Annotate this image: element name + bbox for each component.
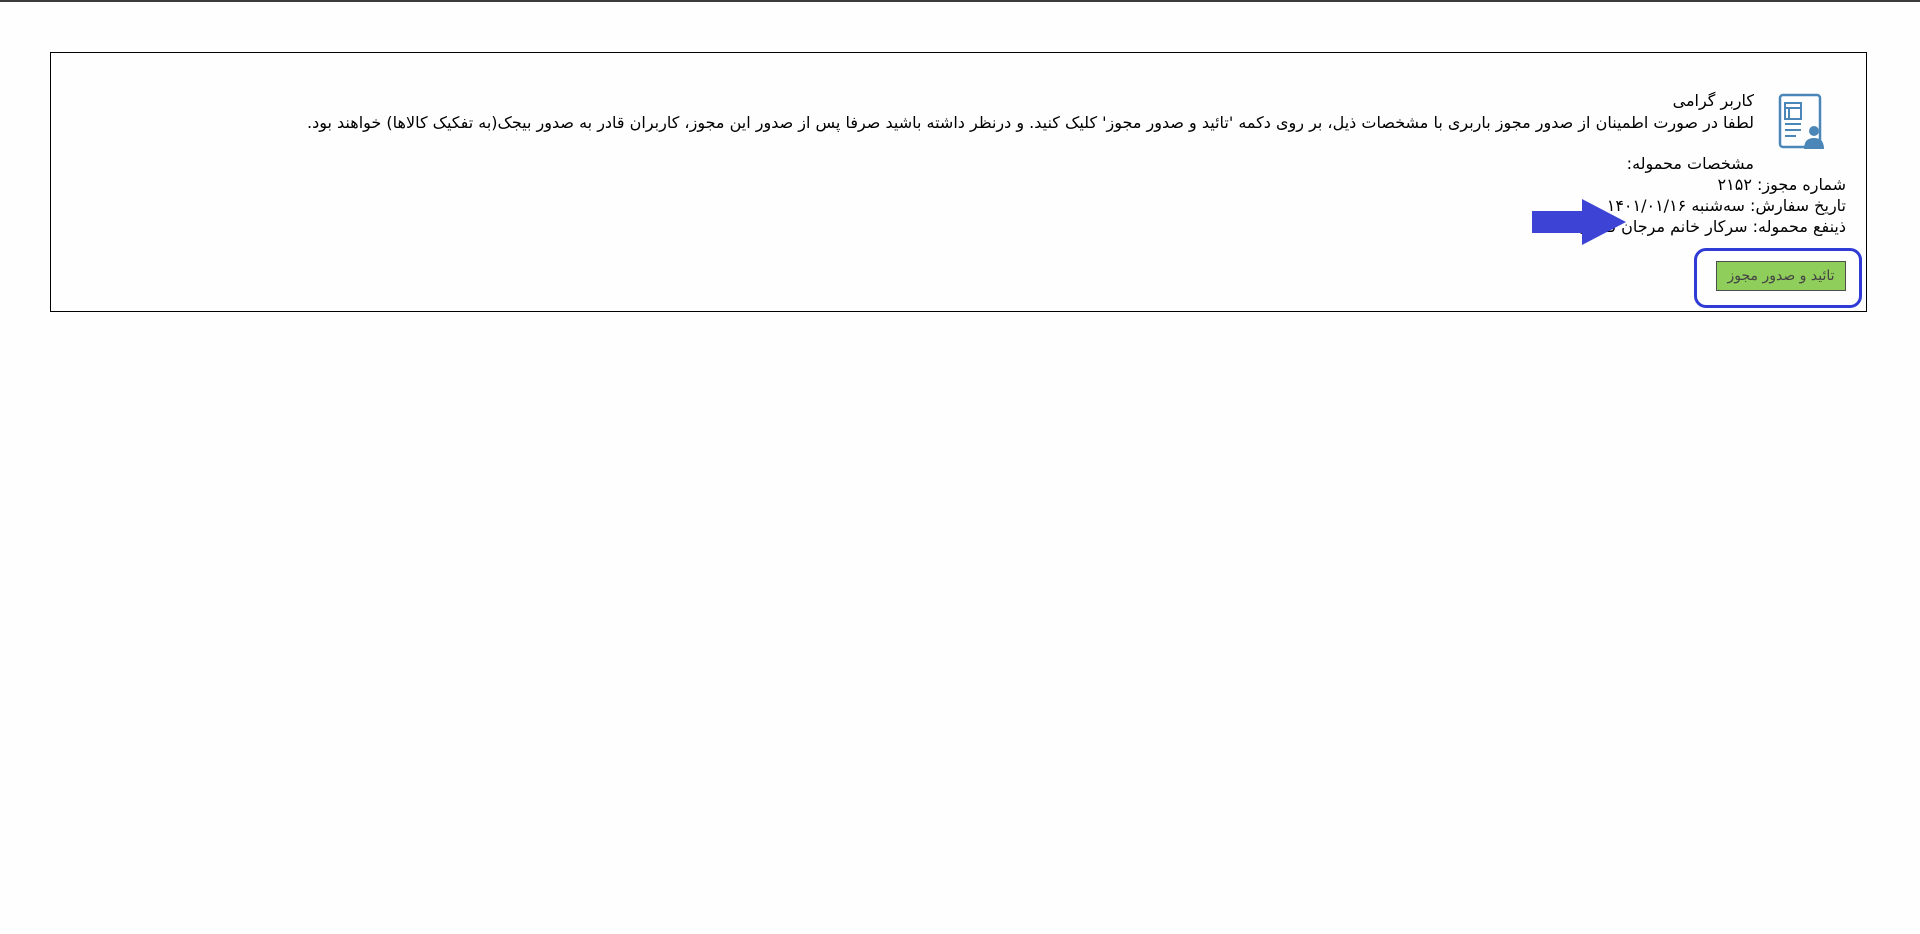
- confirmation-panel: کاربر گرامی لطفا در صورت اطمینان از صدور…: [50, 52, 1867, 312]
- arrow-right-icon: [1530, 197, 1630, 247]
- instruction-message: لطفا در صورت اطمینان از صدور مجوز باربری…: [307, 113, 1754, 132]
- top-divider: [0, 0, 1920, 2]
- user-document-icon: [1776, 93, 1826, 151]
- greeting-text: کاربر گرامی: [1672, 91, 1754, 110]
- confirm-and-issue-permit-button[interactable]: تائید و صدور مجوز: [1716, 261, 1846, 291]
- order-date: تاریخ سفارش: سه‌شنبه ۱۴۰۱/۰۱/۱۶: [1606, 196, 1846, 215]
- permit-number: شماره مجوز: ۲۱۵۲: [1717, 175, 1846, 194]
- cargo-specs-title: مشخصات محموله:: [1626, 154, 1754, 173]
